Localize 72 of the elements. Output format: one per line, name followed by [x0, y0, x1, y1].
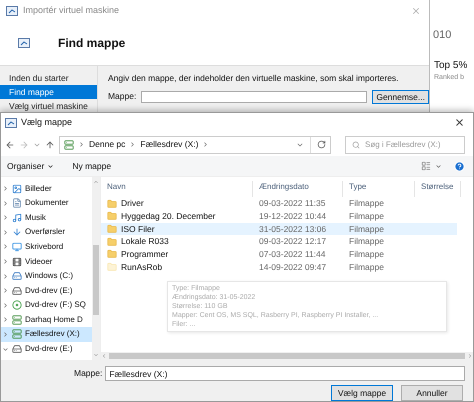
folder-name-field[interactable]: Fællesdrev (X:)	[105, 366, 465, 381]
network-drive-icon	[12, 314, 22, 325]
field-label: Mappe:	[74, 367, 102, 380]
chevron-icon	[78, 141, 85, 148]
tree-item[interactable]: Dvd-drev (E:)	[1, 342, 92, 356]
wizard-step[interactable]: Inden du starter	[0, 71, 97, 85]
cancel-button[interactable]: Annuller	[401, 385, 463, 401]
tree-item[interactable]: Fællesdrev (X:)	[1, 327, 92, 342]
network-drive-icon	[12, 329, 22, 340]
column-header[interactable]: Størrelse	[415, 181, 461, 198]
folder-field[interactable]	[141, 90, 368, 103]
column-header[interactable]: Type	[343, 181, 415, 198]
window-icon	[5, 118, 17, 128]
field-label: Mappe:	[108, 90, 136, 104]
breadcrumb-item[interactable]: Denne pc	[89, 138, 126, 151]
caret-icon	[47, 162, 54, 170]
drive-icon	[12, 344, 22, 354]
tree-item[interactable]: Windows (C:)	[1, 268, 92, 284]
film-icon	[12, 256, 22, 266]
window-title: Importér virtuel maskine	[23, 4, 120, 18]
tree-item[interactable]: Dvd-drev (E:)	[1, 283, 92, 298]
tree-item[interactable]: Darhaq Home D	[1, 312, 92, 328]
tree-item[interactable]: Musik	[1, 210, 92, 226]
breadcrumb-item[interactable]: Fællesdrev (X:)	[140, 138, 198, 151]
page-text: 010	[433, 28, 452, 43]
download-arrow-icon	[12, 227, 22, 238]
document-icon	[12, 198, 22, 208]
select-folder-button[interactable]: Vælg mappe	[331, 385, 393, 401]
file-row[interactable]: Driver 09-03-2022 11:35 Filmappe	[101, 197, 457, 210]
search-icon	[352, 140, 360, 149]
music-note-icon	[12, 212, 22, 223]
dropdown-icon[interactable]	[435, 162, 442, 170]
tree-item[interactable]: Billeder	[1, 181, 92, 196]
chevron-icon	[202, 141, 210, 148]
file-row[interactable]: ISO Filer 31-05-2022 13:06 Filmappe	[101, 222, 457, 236]
help-icon[interactable]	[454, 160, 465, 172]
disc-icon	[12, 300, 22, 310]
wizard-step[interactable]: Find mappe	[0, 85, 97, 99]
file-row[interactable]: Hyggedag 20. December 19-12-2022 10:44 Filmappe	[101, 210, 457, 223]
tree-item[interactable]: Skrivebord	[1, 240, 92, 254]
instruction-text: Angiv den mappe, der indeholder den virtuelle maskine, som skal importeres.	[108, 72, 400, 85]
tree-item[interactable]: Dokumenter	[1, 196, 92, 210]
expand-icon[interactable]	[2, 258, 9, 265]
up-icon[interactable]	[45, 140, 55, 150]
refresh-icon[interactable]	[317, 140, 326, 150]
new-folder-button[interactable]: Ny mappe	[72, 160, 112, 173]
column-header[interactable]: Navn	[101, 181, 253, 198]
back-icon[interactable]	[5, 140, 15, 150]
column-header[interactable]: Ændringsdato	[253, 181, 343, 198]
chevron-icon	[129, 141, 136, 148]
window-icon	[6, 6, 18, 16]
pictures-icon	[12, 184, 22, 194]
file-row[interactable]: RunAsRob 14-09-2022 09:47 Filmappe	[101, 260, 457, 274]
tree-item[interactable]: Dvd-drev (F:) SQ	[1, 298, 92, 313]
page-heading: Top 5%	[434, 59, 468, 73]
close-icon[interactable]	[454, 117, 465, 128]
view-options-icon[interactable]	[421, 161, 431, 172]
file-row[interactable]: Programmer 07-03-2022 11:44 Filmappe	[101, 248, 457, 261]
organise-menu[interactable]: Organiser	[7, 160, 54, 173]
window-title: Vælg mappe	[21, 116, 72, 130]
tree-item[interactable]: Videoer	[1, 254, 92, 269]
network-drive-icon	[64, 140, 74, 150]
address-bar[interactable]: Denne pc Fællesdrev (X:)	[59, 136, 331, 154]
browse-button[interactable]: Gennemse...	[372, 90, 429, 104]
page-heading: Find mappe	[58, 35, 126, 52]
file-row[interactable]: Lokale R033 09-03-2022 12:17 Filmappe	[101, 235, 457, 248]
monitor-icon	[12, 242, 22, 252]
tree-item[interactable]: Overførsler	[1, 225, 92, 240]
wizard-step[interactable]: Vælg virtuel maskine	[0, 99, 97, 113]
drive-icon	[12, 271, 22, 282]
wizard-icon	[18, 38, 30, 48]
drive-icon	[12, 286, 22, 296]
